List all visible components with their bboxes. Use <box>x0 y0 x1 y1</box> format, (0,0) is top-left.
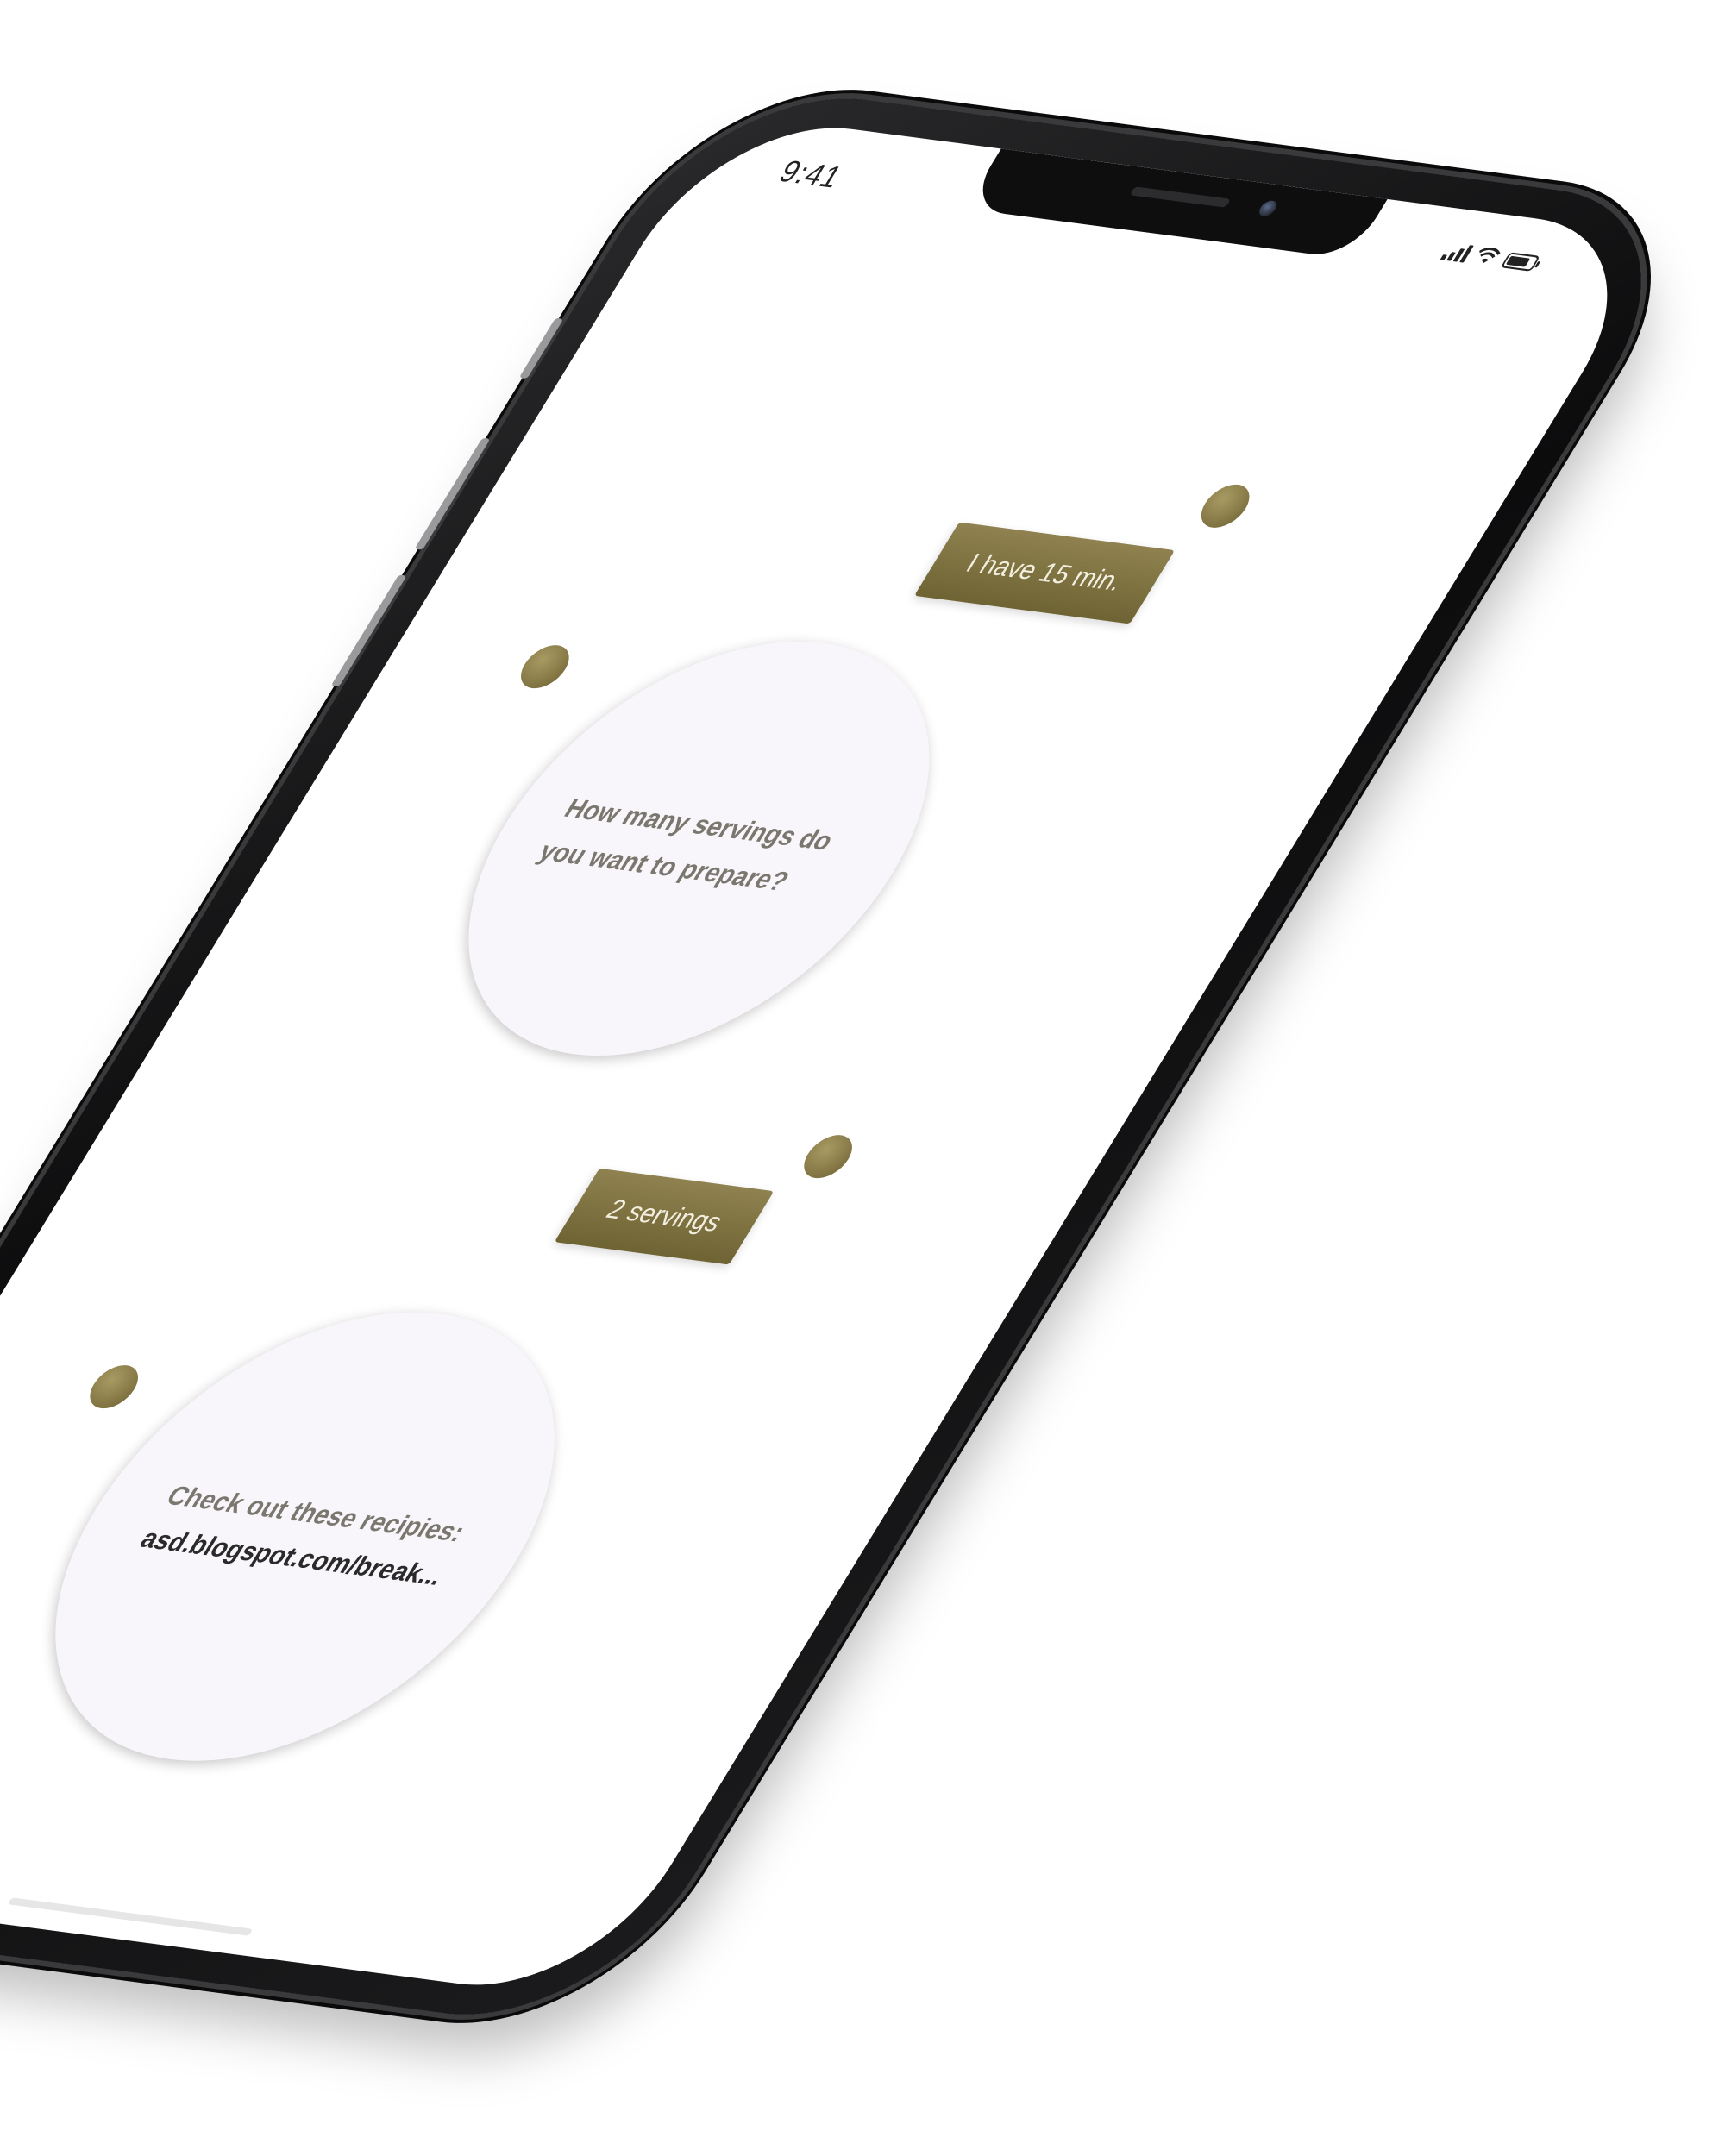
front-camera-icon <box>1256 199 1280 217</box>
status-time: 9:41 <box>772 154 850 195</box>
bot-message-content: Check out these recipies: asd.blogspot.c… <box>130 1475 480 1599</box>
stage: 9:41 I have 15 min. How many servings do… <box>0 0 1725 2156</box>
battery-icon <box>1500 252 1541 272</box>
bot-message-bubble: Check out these recipies: asd.blogspot.c… <box>0 1286 650 1787</box>
bot-avatar-dot <box>80 1363 147 1411</box>
status-icons <box>1440 241 1543 272</box>
signal-icon <box>1440 241 1475 263</box>
user-message-bubble: 2 servings <box>554 1168 775 1265</box>
phone-frame: 9:41 I have 15 min. How many servings do… <box>0 79 1711 2034</box>
notch <box>964 148 1388 260</box>
speaker-grille <box>1129 186 1232 208</box>
user-message-bubble: I have 15 min. <box>913 522 1176 624</box>
bot-message-text: How many servings do you want to prepare… <box>532 793 839 897</box>
wifi-icon <box>1471 247 1502 266</box>
user-avatar-dot <box>1192 481 1259 530</box>
phone-screen: 9:41 I have 15 min. How many servings do… <box>0 112 1666 2001</box>
bot-avatar-dot <box>511 642 579 692</box>
user-avatar-dot <box>794 1132 862 1181</box>
home-indicator[interactable] <box>7 1897 254 1936</box>
mute-switch <box>518 317 564 379</box>
bot-message-bubble: How many servings do you want to prepare… <box>380 617 1018 1080</box>
battery-level <box>1505 255 1531 267</box>
